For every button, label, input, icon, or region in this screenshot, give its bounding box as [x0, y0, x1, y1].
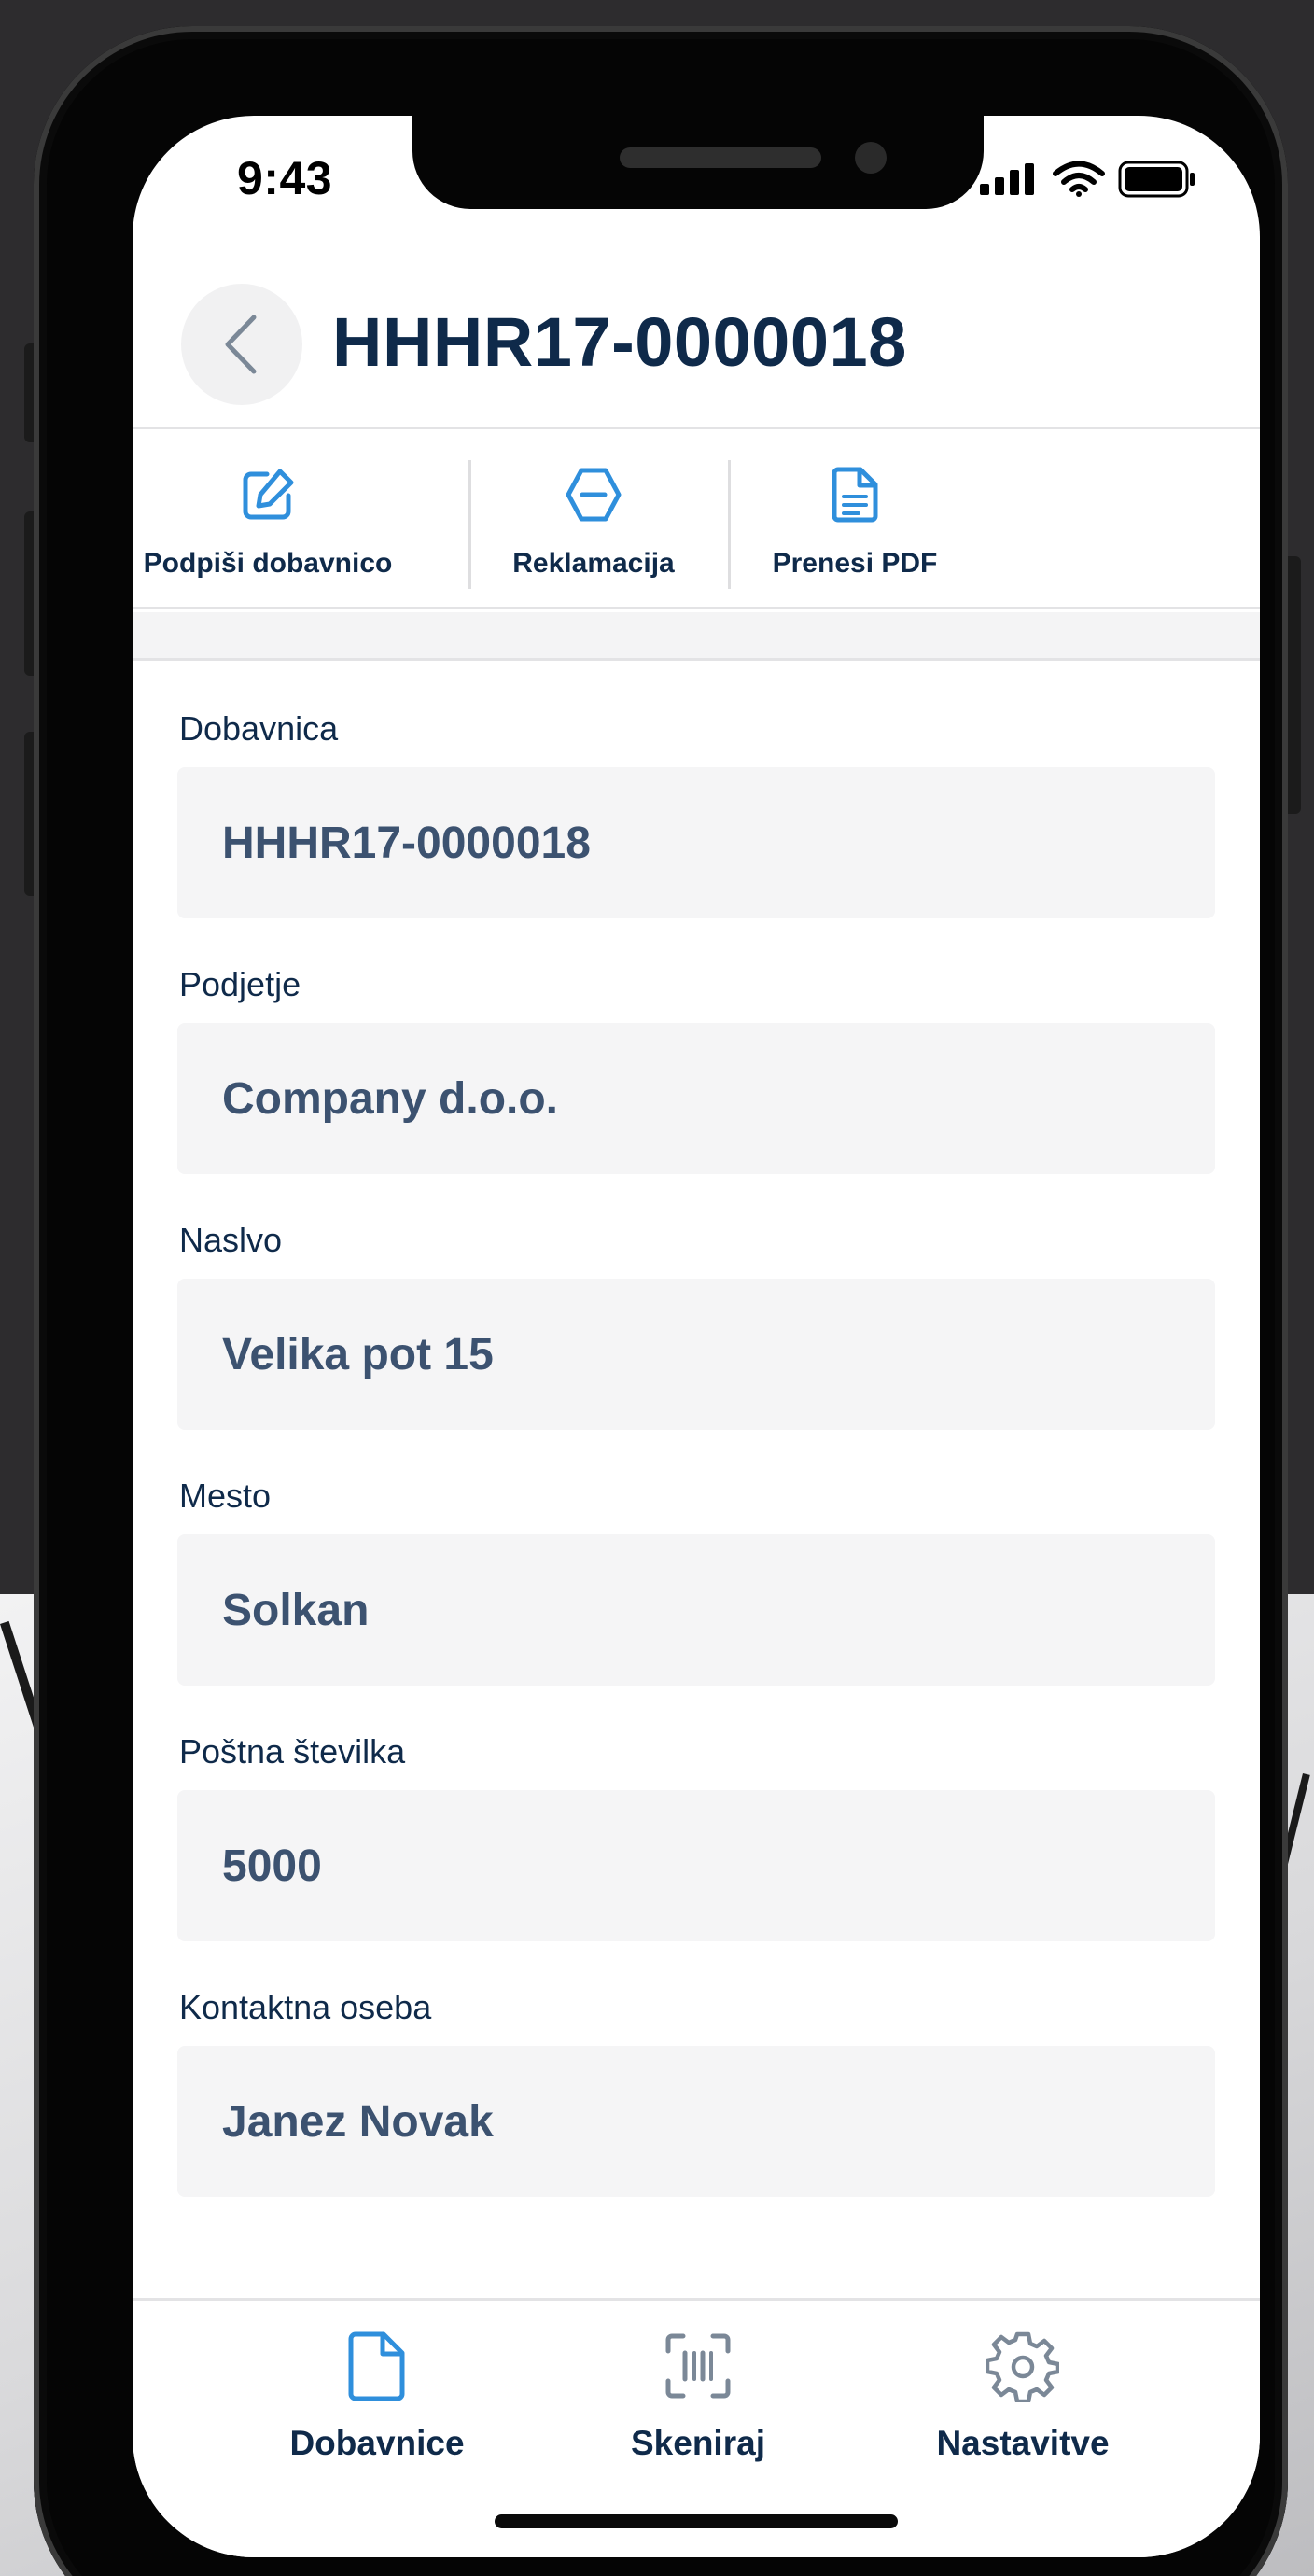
contact-person-field[interactable]: Janez Novak — [177, 2046, 1215, 2197]
speaker-grille — [620, 147, 821, 168]
battery-icon — [1118, 161, 1195, 198]
address-field[interactable]: Velika pot 15 — [177, 1279, 1215, 1430]
tab-scan[interactable]: Skeniraj — [558, 2301, 838, 2487]
tab-label: Dobavnice — [289, 2424, 465, 2462]
city-field[interactable]: Solkan — [177, 1534, 1215, 1686]
field-value: HHHR17-0000018 — [222, 818, 591, 868]
phone-screen: 9:43 HHHR17-0000018 Podpiši dobavnico Re… — [133, 116, 1260, 2557]
field-label-postal-code: Poštna številka — [179, 1732, 406, 1771]
field-label-company: Podjetje — [179, 965, 301, 1003]
field-label-contact-person: Kontaktna oseba — [179, 1988, 432, 2026]
home-indicator[interactable] — [495, 2514, 898, 2528]
wifi-icon — [1053, 161, 1105, 197]
front-camera — [855, 142, 887, 174]
toolbar-divider — [468, 460, 471, 589]
stop-sign-icon — [566, 468, 622, 522]
page-title: HHHR17-0000018 — [332, 303, 907, 381]
notch — [412, 116, 984, 209]
field-value: Velika pot 15 — [222, 1329, 494, 1379]
status-time: 9:43 — [237, 152, 333, 204]
field-value: Janez Novak — [222, 2096, 494, 2147]
field-value: Company d.o.o. — [222, 1073, 558, 1124]
document-icon — [832, 467, 878, 523]
tab-label: Skeniraj — [631, 2424, 765, 2462]
tool-label: Podpiši dobavnico — [143, 548, 393, 579]
postal-code-field[interactable]: 5000 — [177, 1790, 1215, 1941]
download-pdf-button[interactable]: Prenesi PDF — [756, 432, 954, 609]
company-field[interactable]: Company d.o.o. — [177, 1023, 1215, 1174]
delivery-note-field[interactable]: HHHR17-0000018 — [177, 767, 1215, 918]
edit-icon — [243, 469, 294, 520]
tab-delivery-notes[interactable]: Dobavnice — [237, 2301, 517, 2487]
tool-label: Reklamacija — [512, 548, 675, 579]
field-label-city: Mesto — [179, 1477, 272, 1515]
tab-label: Nastavitve — [936, 2424, 1110, 2462]
back-button[interactable] — [181, 284, 302, 405]
field-value: Solkan — [222, 1585, 370, 1635]
action-toolbar: Podpiši dobavnico Reklamacija Prenesi PD… — [133, 432, 1260, 609]
cellular-signal-icon — [980, 163, 1034, 195]
chevron-left-icon — [225, 315, 257, 374]
file-icon — [348, 2331, 405, 2401]
tool-label: Prenesi PDF — [772, 548, 938, 579]
sign-delivery-note-button[interactable]: Podpiši dobavnico — [144, 432, 392, 609]
section-spacer — [133, 612, 1260, 661]
gear-icon — [986, 2331, 1059, 2402]
field-label-address: Naslvo — [179, 1221, 283, 1259]
field-value: 5000 — [222, 1841, 322, 1891]
field-label-delivery-note: Dobavnica — [179, 709, 339, 748]
tab-settings[interactable]: Nastavitve — [883, 2301, 1163, 2487]
phone-frame: 9:43 HHHR17-0000018 Podpiši dobavnico Re… — [34, 26, 1288, 2576]
status-icons — [980, 161, 1196, 198]
toolbar-divider — [728, 460, 731, 589]
barcode-scan-icon — [665, 2333, 731, 2399]
complaint-button[interactable]: Reklamacija — [495, 432, 692, 609]
page-header: HHHR17-0000018 — [133, 256, 1260, 429]
